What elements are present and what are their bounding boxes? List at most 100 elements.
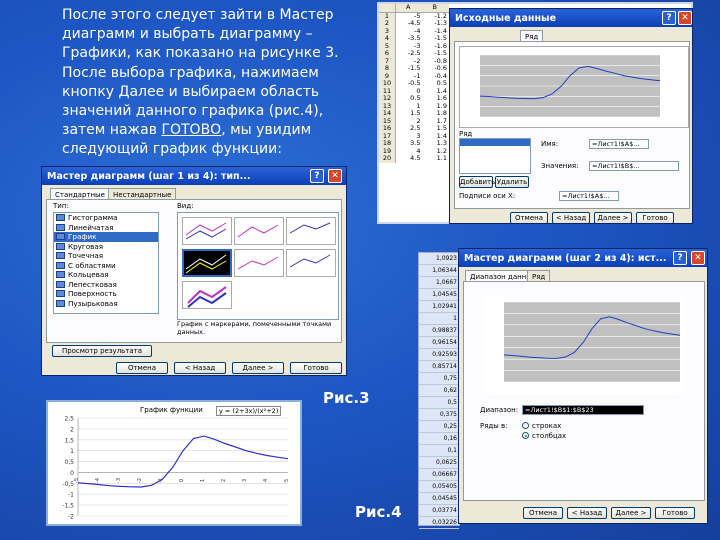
- cancel-button[interactable]: Отмена: [523, 507, 563, 519]
- cell-value[interactable]: 0,85714: [419, 361, 459, 373]
- chart-type-label: Поверхность: [68, 289, 117, 298]
- chart-type-item[interactable]: Поверхность: [54, 289, 158, 299]
- x-tick-label: 5: [284, 479, 290, 482]
- y-tick-label: 2: [70, 426, 74, 433]
- finish-button[interactable]: Готово: [290, 362, 342, 374]
- values-field[interactable]: =Лист1!$B$...: [589, 161, 679, 171]
- tab-panel: Ряд Имя: =Лист1!$A$... Значения: =Лист1!…: [454, 41, 690, 209]
- back-button[interactable]: < Назад: [552, 212, 590, 223]
- cell-value[interactable]: 0,16: [419, 433, 459, 445]
- chart-type-item[interactable]: С областями: [54, 261, 158, 271]
- help-button[interactable]: ?: [673, 251, 687, 265]
- range-field[interactable]: =Лист1!$B$1:$B$23: [522, 405, 644, 415]
- col-a-header[interactable]: A: [396, 4, 423, 12]
- cell-value[interactable]: 1,0923: [419, 253, 459, 265]
- cell-value[interactable]: 0,75: [419, 373, 459, 385]
- cell-b[interactable]: 1.1: [423, 154, 450, 163]
- y-tick-label: -2: [68, 514, 74, 521]
- back-button[interactable]: < Назад: [174, 362, 226, 374]
- chart-wizard-step2: Мастер диаграмм (шаг 2 из 4): ист... ? ✕…: [458, 248, 708, 524]
- help-button[interactable]: ?: [310, 169, 324, 183]
- x-tick-label: -2: [137, 478, 143, 483]
- cell-value[interactable]: 1,02941: [419, 301, 459, 313]
- y-tick-label: 2,5: [64, 416, 74, 423]
- cell-value[interactable]: 1,06344: [419, 265, 459, 277]
- y-ticks: 2,5 2 1,5 1 0,5 0 -0,5 -1 -1,5 -2: [62, 416, 74, 521]
- dialog-title: Исходные данные: [455, 12, 557, 24]
- help-button[interactable]: ?: [662, 11, 676, 25]
- chart-type-item[interactable]: Точечная: [54, 251, 158, 261]
- excel-top-screenshot: A B 1 -5 -1.2 2 -4.5 -1.3 3 -4 -1.4 4 -3.5 -1.5 5 -3-…: [377, 2, 693, 224]
- cell-a[interactable]: 4.5: [396, 154, 423, 163]
- cell-value[interactable]: 1: [419, 313, 459, 325]
- col-b-header[interactable]: B: [423, 4, 450, 12]
- cell-value[interactable]: 1,04545: [419, 289, 459, 301]
- cell-value[interactable]: 0,62: [419, 385, 459, 397]
- table-row[interactable]: 20 4.5 1.1: [379, 154, 450, 163]
- cell-value[interactable]: 0,05405: [419, 481, 459, 493]
- cell-value[interactable]: 0,375: [419, 409, 459, 421]
- text-line: следующий график функции:: [62, 141, 282, 158]
- series-list[interactable]: [459, 138, 531, 174]
- radio-rows[interactable]: [522, 422, 529, 429]
- close-button[interactable]: ✕: [691, 251, 705, 265]
- cell-value[interactable]: 0,98837: [419, 325, 459, 337]
- x-tick-label: 1: [200, 479, 206, 482]
- finish-button[interactable]: Готово: [636, 212, 674, 223]
- view-label: Вид:: [177, 202, 194, 210]
- next-button[interactable]: Далее >: [611, 507, 651, 519]
- cell-value[interactable]: 0,04545: [419, 493, 459, 505]
- chart-type-item[interactable]: Лепестковая: [54, 280, 158, 290]
- cancel-button[interactable]: Отмена: [510, 212, 548, 223]
- cell-value[interactable]: 0,03226: [419, 517, 459, 529]
- dialog-title: Мастер диаграмм (шаг 1 из 4): тип...: [47, 170, 251, 182]
- finish-button[interactable]: Готово: [655, 507, 695, 519]
- cell-value[interactable]: 0,03774: [419, 505, 459, 517]
- next-button[interactable]: Далее >: [232, 362, 284, 374]
- next-button[interactable]: Далее >: [594, 212, 632, 223]
- chart-type-icon: [56, 233, 65, 240]
- chart-type-item[interactable]: График: [54, 232, 158, 242]
- chart-type-item[interactable]: Линейчатая: [54, 223, 158, 233]
- chart-type-item[interactable]: Гистограмма: [54, 213, 158, 223]
- cell-value[interactable]: 0,0625: [419, 457, 459, 469]
- preview-button[interactable]: Просмотр результата: [52, 345, 152, 357]
- x-tick-label: -4: [95, 478, 101, 483]
- slide-text: После этого следует зайти в Мастер диагр…: [62, 6, 362, 160]
- chart-title: График функции: [140, 406, 203, 414]
- chart-type-item[interactable]: Круговая: [54, 242, 158, 252]
- radio-columns[interactable]: [522, 432, 529, 439]
- remove-button[interactable]: Удалить: [495, 176, 529, 188]
- values-label: Значения:: [541, 162, 579, 170]
- close-button[interactable]: ✕: [328, 169, 342, 183]
- x-tick-label: -3: [116, 478, 122, 483]
- cancel-button[interactable]: Отмена: [116, 362, 168, 374]
- cell-value[interactable]: 0,92593: [419, 349, 459, 361]
- cell-value[interactable]: 1,0667: [419, 277, 459, 289]
- name-field[interactable]: =Лист1!$A$...: [589, 139, 649, 149]
- add-button[interactable]: Добавить: [459, 176, 495, 188]
- preview-chart: [459, 46, 689, 128]
- chart-type-item[interactable]: Кольцевая: [54, 270, 158, 280]
- cell-value[interactable]: 0,1: [419, 445, 459, 457]
- close-button[interactable]: ✕: [678, 11, 692, 25]
- preview-chart: [484, 296, 684, 394]
- gotovo-link: ГОТОВО: [161, 122, 222, 139]
- cell-value[interactable]: 0,96154: [419, 337, 459, 349]
- cell-value[interactable]: 0,5: [419, 397, 459, 409]
- chart-type-label: Лепестковая: [68, 279, 117, 289]
- cell-value[interactable]: 0,06667: [419, 469, 459, 481]
- range-label: Диапазон:: [480, 406, 519, 414]
- row-number[interactable]: 20: [379, 154, 396, 163]
- xlabels-field[interactable]: =Лист1!$A$...: [559, 191, 619, 201]
- chart-type-icon: [56, 299, 65, 307]
- subtype-grid[interactable]: [177, 212, 339, 320]
- chart-type-list[interactable]: Гистограмма Линейчатая График Круговая Точеч…: [53, 212, 159, 314]
- back-button[interactable]: < Назад: [567, 507, 607, 519]
- cell-value[interactable]: 0,25: [419, 421, 459, 433]
- y-tick-label: -0,5: [62, 481, 74, 488]
- row-label: Ряд: [459, 130, 473, 138]
- chart-type-icon: [56, 280, 65, 288]
- final-chart: 2,5 2 1,5 1 0,5 0 -0,5 -1 -1,5 -2 -5 -4 -3 -2 -1 0 1 2 3 4…: [46, 400, 302, 526]
- chart-type-item[interactable]: Пузырьковая: [54, 299, 158, 309]
